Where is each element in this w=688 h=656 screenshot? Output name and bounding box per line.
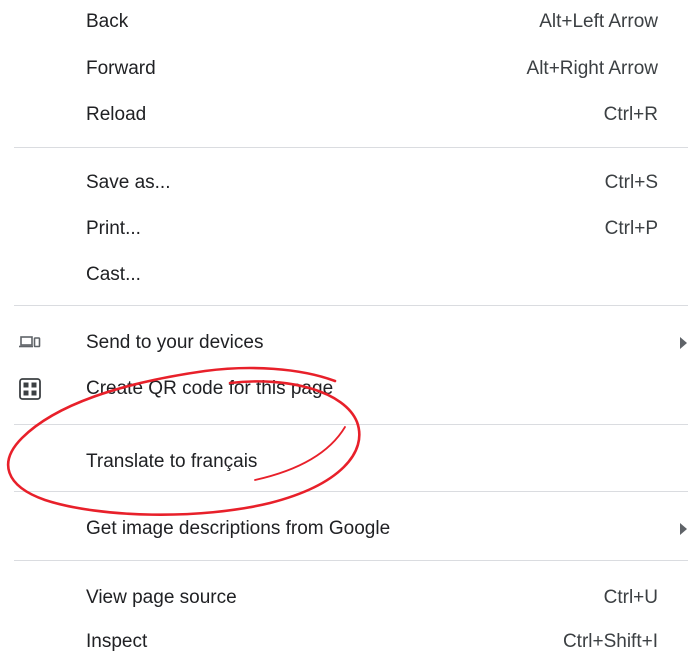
menu-item-reload[interactable]: Reload Ctrl+R [0, 93, 688, 137]
menu-item-label: Send to your devices [86, 332, 264, 353]
menu-item-shortcut: Ctrl+P [604, 218, 658, 239]
menu-separator [14, 491, 688, 492]
menu-item-inspect[interactable]: Inspect Ctrl+Shift+I [0, 620, 688, 656]
submenu-arrow-icon [680, 336, 688, 350]
menu-item-shortcut: Alt+Right Arrow [526, 58, 658, 79]
menu-item-label: Cast... [86, 264, 141, 285]
context-menu: Back Alt+Left Arrow Forward Alt+Right Ar… [0, 0, 688, 656]
menu-separator [14, 147, 688, 148]
menu-item-label: Translate to français [86, 451, 258, 472]
qr-code-icon [18, 377, 42, 401]
devices-icon [18, 331, 42, 355]
menu-separator [14, 305, 688, 306]
menu-item-save-as[interactable]: Save as... Ctrl+S [0, 161, 688, 205]
menu-item-send-to-devices[interactable]: Send to your devices [0, 321, 688, 365]
menu-item-print[interactable]: Print... Ctrl+P [0, 207, 688, 251]
menu-item-shortcut: Ctrl+U [603, 587, 658, 608]
menu-item-shortcut: Ctrl+R [603, 104, 658, 125]
menu-item-label: Create QR code for this page [86, 378, 334, 399]
menu-item-view-source[interactable]: View page source Ctrl+U [0, 576, 688, 620]
menu-item-shortcut: Ctrl+Shift+I [562, 631, 658, 652]
menu-item-label: Inspect [86, 631, 148, 652]
menu-item-label: Get image descriptions from Google [86, 518, 391, 539]
menu-item-create-qr-code[interactable]: Create QR code for this page [0, 367, 688, 411]
menu-item-shortcut: Alt+Left Arrow [539, 11, 658, 32]
menu-item-forward[interactable]: Forward Alt+Right Arrow [0, 47, 688, 91]
menu-item-label: Reload [86, 104, 147, 125]
menu-item-image-descriptions[interactable]: Get image descriptions from Google [0, 507, 688, 551]
menu-item-label: Print... [86, 218, 141, 239]
menu-separator [14, 424, 688, 425]
menu-item-shortcut: Ctrl+S [604, 172, 658, 193]
menu-item-translate[interactable]: Translate to français [0, 440, 688, 484]
menu-item-label: Save as... [86, 172, 171, 193]
menu-separator [14, 560, 688, 561]
menu-item-back[interactable]: Back Alt+Left Arrow [0, 0, 688, 44]
submenu-arrow-icon [680, 522, 688, 536]
menu-item-cast[interactable]: Cast... [0, 253, 688, 297]
menu-item-label: Back [86, 11, 129, 32]
menu-item-label: View page source [86, 587, 237, 608]
menu-item-label: Forward [86, 58, 156, 79]
